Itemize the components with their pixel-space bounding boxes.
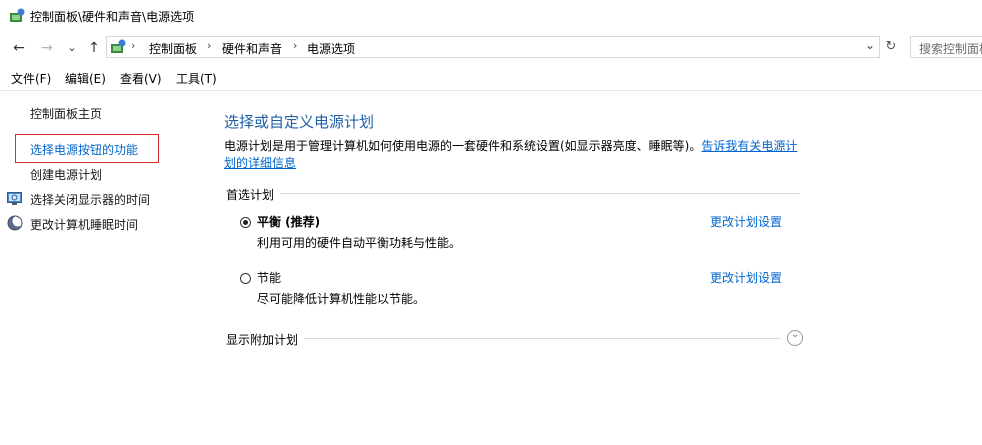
plan-power-saver-settings-link[interactable]: 更改计划设置 [710,269,782,286]
sleep-moon-icon [7,215,23,231]
additional-plans-label[interactable]: 显示附加计划 [226,331,305,348]
sidebar-item-display-off[interactable]: 选择关闭显示器的时间 [30,191,150,208]
page-title: 选择或自定义电源计划 [224,113,375,131]
page-description: 电源计划是用于管理计算机如何使用电源的一套硬件和系统设置(如显示器亮度、睡眠等)… [224,138,804,172]
plan-balanced-desc: 利用可用的硬件自动平衡功耗与性能。 [257,236,462,250]
breadcrumb-separator: › [131,39,136,52]
plan-power-saver-name[interactable]: 节能 [257,269,281,286]
group-divider [280,193,800,194]
plan-power-saver-desc: 尽可能降低计算机性能以节能。 [257,292,426,306]
chevron-down-icon: ⌄ [791,329,800,340]
control-panel-icon [111,39,126,53]
menu-view[interactable]: 查看(V) [120,70,162,87]
back-arrow-icon: ← [13,40,25,56]
control-panel-icon [10,8,25,22]
title-bar: 控制面板\硬件和声音\电源选项 [0,0,982,34]
preferred-plans-label: 首选计划 [226,186,281,203]
up-arrow-icon: ↑ [88,40,100,56]
chevron-down-icon: ⌄ [67,41,77,54]
plan-balanced-settings-link[interactable]: 更改计划设置 [710,213,782,230]
address-dropdown-icon[interactable]: ⌄ [865,38,875,52]
search-box[interactable]: 搜索控制面板 [910,36,982,58]
search-input[interactable]: 搜索控制面板 [919,40,982,57]
description-text: 电源计划是用于管理计算机如何使用电源的一套硬件和系统设置(如显示器亮度、睡眠等)… [224,139,702,153]
plan-power-saver-radio[interactable] [240,273,251,284]
sidebar-item-create-plan[interactable]: 创建电源计划 [30,166,102,183]
sidebar-item-home[interactable]: 控制面板主页 [30,105,102,122]
menu-bar: 文件(F) 编辑(E) 查看(V) 工具(T) [0,66,982,91]
breadcrumb-item[interactable]: 硬件和声音 [222,40,282,57]
menu-tools[interactable]: 工具(T) [176,70,217,87]
display-timer-icon [7,192,22,205]
menu-edit[interactable]: 编辑(E) [65,70,106,87]
breadcrumb-item[interactable]: 控制面板 [149,40,197,57]
refresh-icon: ↻ [885,39,897,54]
forward-arrow-icon: → [41,40,53,56]
up-button[interactable]: ↑ [84,37,104,59]
breadcrumb-item[interactable]: 电源选项 [307,40,355,57]
forward-button[interactable]: → [37,37,57,59]
breadcrumb-separator: › [207,39,212,52]
group-divider [300,338,780,339]
refresh-button[interactable]: ↻ [882,38,900,56]
plan-balanced-name[interactable]: 平衡 (推荐) [257,213,320,230]
back-button[interactable]: ← [9,37,29,59]
plan-balanced-radio[interactable] [240,217,251,228]
sidebar-item-sleep-time[interactable]: 更改计算机睡眠时间 [30,216,138,233]
address-bar[interactable]: › 控制面板 › 硬件和声音 › 电源选项 ⌄ [106,36,880,58]
sidebar-item-power-button[interactable]: 选择电源按钮的功能 [30,141,138,158]
menu-file[interactable]: 文件(F) [11,70,51,87]
recent-locations-button[interactable]: ⌄ [62,37,82,59]
window-title: 控制面板\硬件和声音\电源选项 [30,10,195,24]
expand-additional-plans-button[interactable]: ⌄ [787,329,803,346]
breadcrumb-separator: › [293,39,298,52]
